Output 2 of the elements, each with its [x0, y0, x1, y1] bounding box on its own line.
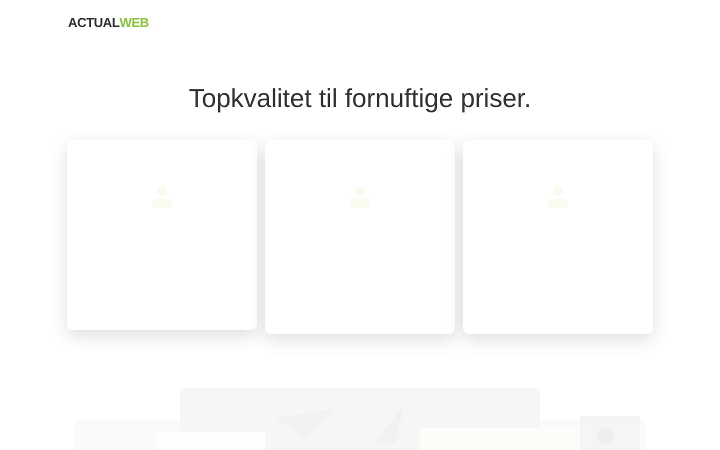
headline: Topkvalitet til fornuftige priser. [188, 85, 532, 111]
logo[interactable]: ACTUALWEB [68, 16, 149, 29]
